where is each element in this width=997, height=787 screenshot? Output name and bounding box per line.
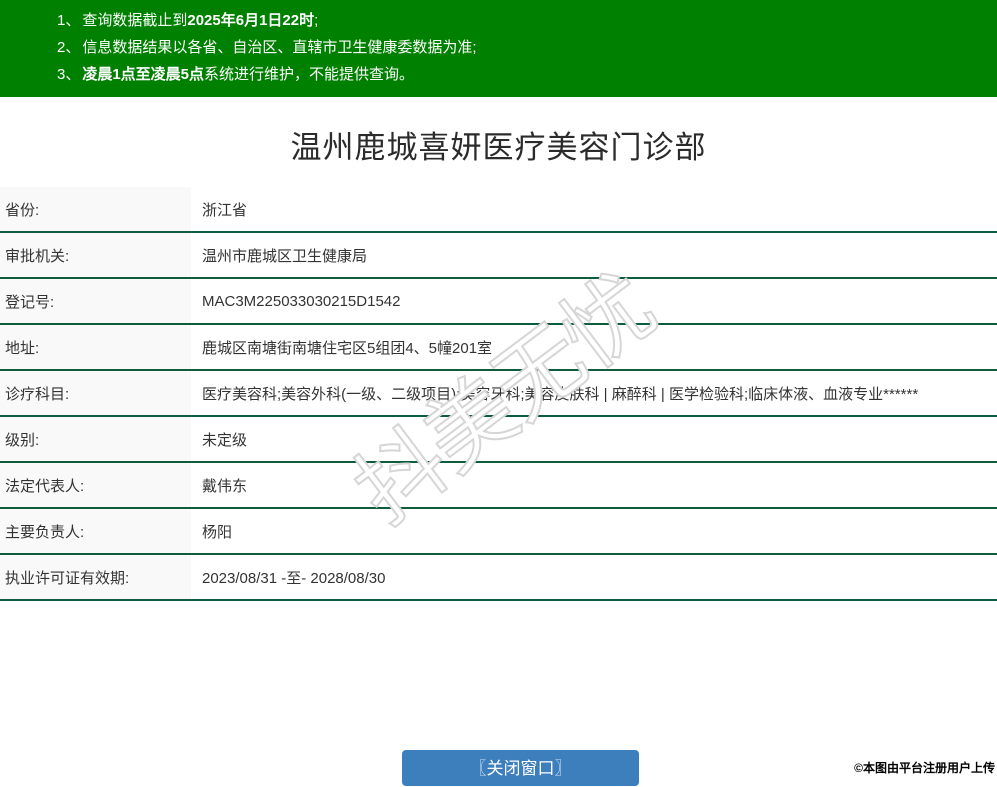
notice-line-3: 3、凌晨1点至凌晨5点系统进行维护，不能提供查询。 [57,61,987,88]
table-row-legal-representative: 法定代表人: 戴伟东 [0,462,997,508]
notice-number: 3、 [57,66,80,83]
row-label: 登记号: [0,278,191,324]
table-row-level: 级别: 未定级 [0,416,997,462]
table-row-registration-number: 登记号: MAC3M225033030215D1542 [0,278,997,324]
notice-line-2: 2、信息数据结果以各省、自治区、直辖市卫生健康委数据为准; [57,34,987,61]
notice-text: 信息数据结果以各省、自治区、直辖市卫生健康委数据为准; [82,39,476,56]
copyright-text: ©本图由平台注册用户上传 [854,759,995,776]
notice-number: 1、 [57,12,80,29]
notice-text: ; [314,12,318,29]
table-row-medical-subjects: 诊疗科目: 医疗美容科;美容外科(一级、二级项目);美容牙科;美容皮肤科 | 麻… [0,370,997,416]
notice-text-bold: 凌晨1点至凌晨5点 [82,66,204,83]
table-row-address: 地址: 鹿城区南塘街南塘住宅区5组团4、5幢201室 [0,324,997,370]
close-window-button[interactable]: 〖关闭窗口〗 [402,750,639,786]
table-row-license-validity: 执业许可证有效期: 2023/08/31 -至- 2028/08/30 [0,554,997,600]
row-value: 温州市鹿城区卫生健康局 [191,232,997,278]
row-label: 主要负责人: [0,508,191,554]
row-value: 医疗美容科;美容外科(一级、二级项目);美容牙科;美容皮肤科 | 麻醉科 | 医… [191,370,997,416]
row-label: 诊疗科目: [0,370,191,416]
notice-number: 2、 [57,39,80,56]
notice-bar: 1、查询数据截止到2025年6月1日22时; 2、信息数据结果以各省、自治区、直… [0,0,997,97]
row-value: 戴伟东 [191,462,997,508]
row-label: 执业许可证有效期: [0,554,191,600]
row-value: 2023/08/31 -至- 2028/08/30 [191,554,997,600]
notice-text: 查询数据截止到 [82,12,187,29]
row-label: 地址: [0,324,191,370]
notice-line-1: 1、查询数据截止到2025年6月1日22时; [57,7,987,34]
table-row-main-person-in-charge: 主要负责人: 杨阳 [0,508,997,554]
row-value: 杨阳 [191,508,997,554]
notice-text: 系统进行维护，不能提供查询。 [204,66,414,83]
row-value: MAC3M225033030215D1542 [191,278,997,324]
row-label: 法定代表人: [0,462,191,508]
institution-info-table: 省份: 浙江省 审批机关: 温州市鹿城区卫生健康局 登记号: MAC3M2250… [0,187,997,601]
notice-text-bold: 2025年6月1日22时 [187,12,314,29]
table-row-approval-authority: 审批机关: 温州市鹿城区卫生健康局 [0,232,997,278]
row-label: 级别: [0,416,191,462]
page-title: 温州鹿城喜妍医疗美容门诊部 [0,130,997,166]
row-label: 审批机关: [0,232,191,278]
table-row-province: 省份: 浙江省 [0,187,997,232]
row-value: 鹿城区南塘街南塘住宅区5组团4、5幢201室 [191,324,997,370]
row-label: 省份: [0,187,191,232]
row-value: 浙江省 [191,187,997,232]
row-value: 未定级 [191,416,997,462]
